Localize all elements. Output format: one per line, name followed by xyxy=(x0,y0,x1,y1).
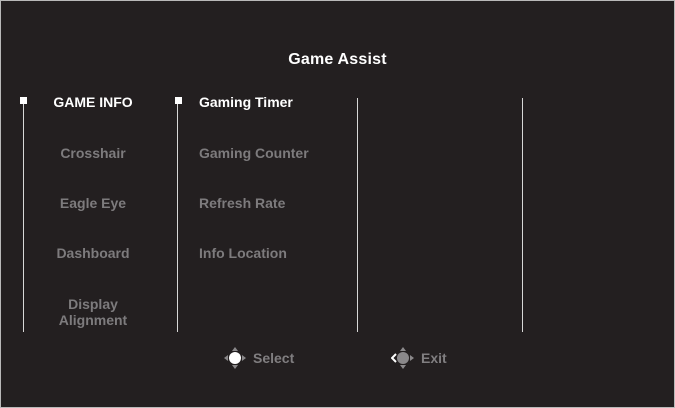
submenu-active-indicator xyxy=(175,97,182,104)
submenu-item-refresh-rate[interactable]: Refresh Rate xyxy=(199,195,285,211)
joystick-left-icon xyxy=(391,347,414,369)
divider-right xyxy=(522,98,523,332)
submenu-item-gaming-counter[interactable]: Gaming Counter xyxy=(199,145,309,161)
menu-item-eagle-eye[interactable]: Eagle Eye xyxy=(18,195,168,211)
divider-left xyxy=(23,98,24,332)
exit-label: Exit xyxy=(421,350,447,366)
select-hint: Select xyxy=(223,346,294,370)
osd-title: Game Assist xyxy=(288,51,387,68)
menu-item-crosshair[interactable]: Crosshair xyxy=(18,145,168,161)
menu-item-dashboard[interactable]: Dashboard xyxy=(18,245,168,261)
divider-menu xyxy=(177,98,178,332)
divider-submenu xyxy=(357,98,358,332)
submenu-item-gaming-timer[interactable]: Gaming Timer xyxy=(199,94,293,110)
menu-item-game-info[interactable]: GAME INFO xyxy=(18,94,168,110)
menu-item-display-alignment[interactable]: Display Alignment xyxy=(43,296,143,328)
exit-hint: Exit xyxy=(391,346,447,370)
joystick-center-icon xyxy=(224,347,246,369)
submenu-item-info-location[interactable]: Info Location xyxy=(199,245,287,261)
osd-panel: Game Assist GAME INFO Crosshair Eagle Ey… xyxy=(0,0,675,408)
select-label: Select xyxy=(253,350,295,366)
